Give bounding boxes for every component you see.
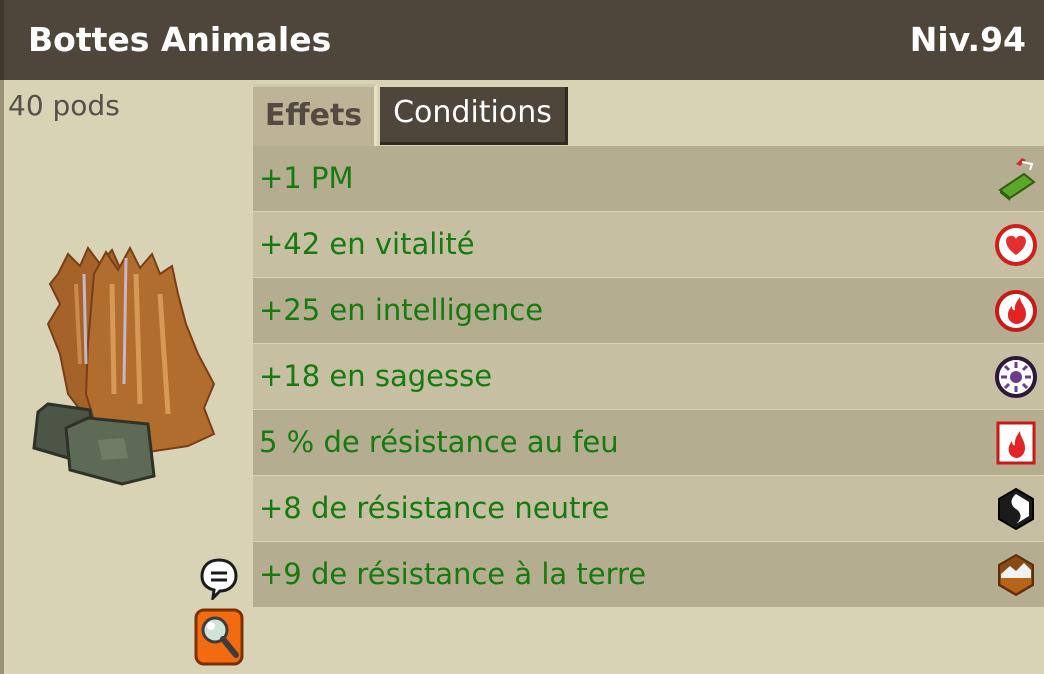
effect-row: 5 % de résistance au feu [253,410,1044,476]
effect-row: +9 de résistance à la terre [253,542,1044,608]
effect-row: +18 en sagesse [253,344,1044,410]
earth-resistance-icon [998,553,1034,597]
effects-list: +1 PM +42 en vitalité +25 en intelligenc… [253,146,1044,608]
wisdom-icon [995,356,1037,398]
item-header: Bottes Animales Niv.94 [0,0,1044,80]
effect-text: +8 de résistance neutre [259,491,610,525]
neutral-resistance-icon [998,487,1034,531]
item-level: Niv.94 [909,20,1026,59]
magnifier-icon[interactable] [194,608,244,666]
effect-text: +9 de résistance à la terre [259,557,647,591]
vitality-heart-icon [995,224,1037,266]
effect-text: 5 % de résistance au feu [259,425,619,459]
tab-conditions[interactable]: Conditions [380,87,568,145]
item-weight: 40 pods [8,89,120,122]
movement-points-icon [998,158,1036,201]
effect-row: +25 en intelligence [253,278,1044,344]
effect-row: +1 PM [253,146,1044,212]
effect-text: +18 en sagesse [259,359,493,393]
fire-resistance-icon [996,421,1036,465]
intelligence-fire-icon [995,290,1037,332]
effect-text: +1 PM [259,161,354,195]
fur-boots-icon [32,245,216,486]
tab-effets[interactable]: Effets [253,84,377,146]
chat-bubble-icon[interactable] [200,558,238,600]
effect-text: +42 en vitalité [259,227,475,261]
effect-row: +42 en vitalité [253,212,1044,278]
item-title: Bottes Animales [28,20,332,59]
effect-text: +25 en intelligence [259,293,544,327]
effect-row: +8 de résistance neutre [253,476,1044,542]
